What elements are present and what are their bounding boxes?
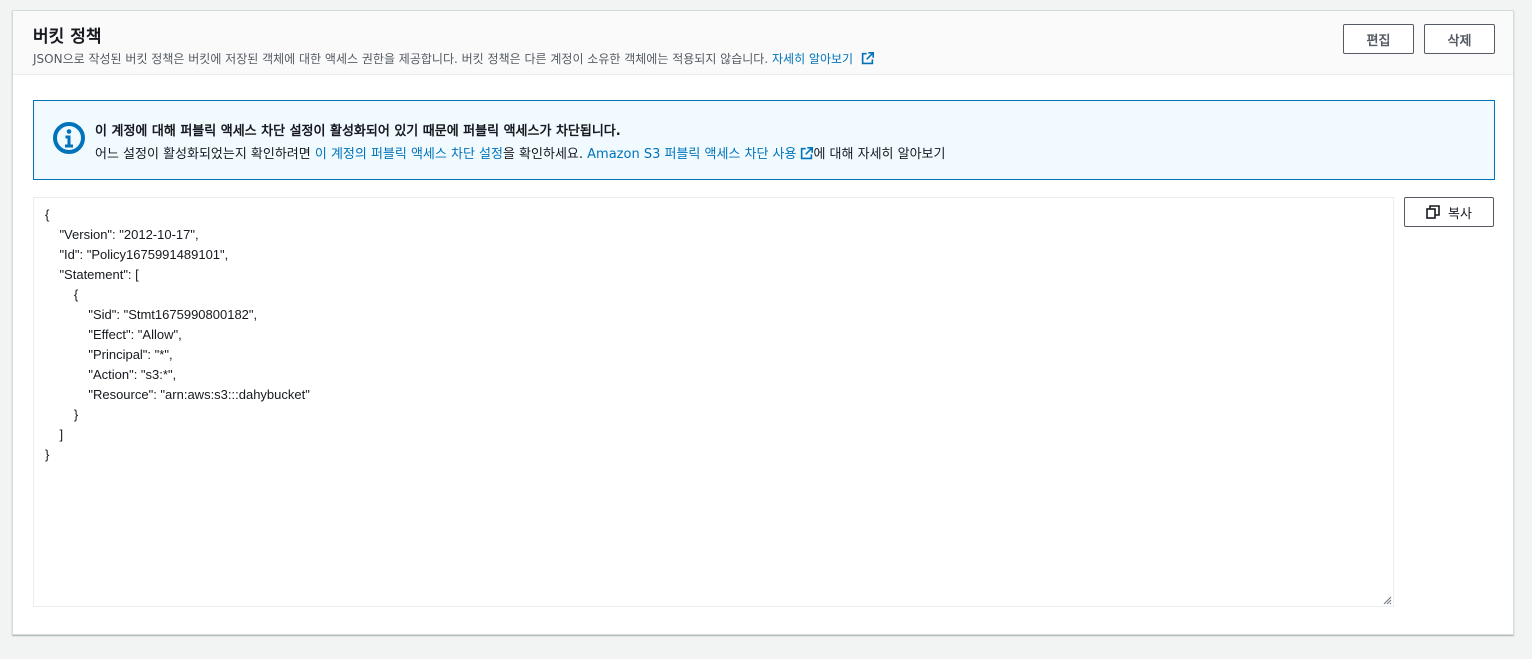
delete-button[interactable]: 삭제 (1424, 24, 1495, 54)
learn-more-link[interactable]: 자세히 알아보기 (772, 50, 874, 67)
external-link-icon (801, 147, 814, 160)
copy-button[interactable]: 복사 (1404, 197, 1494, 227)
edit-button[interactable]: 편집 (1343, 24, 1414, 54)
learn-more-label: 자세히 알아보기 (771, 52, 854, 66)
policy-json-text: { "Version": "2012-10-17", "Id": "Policy… (45, 207, 310, 462)
description-text: JSON으로 작성된 버킷 정책은 버킷에 저장된 객체에 대한 액세스 권한을… (33, 52, 769, 66)
page-title: 버킷 정책 (33, 27, 102, 47)
bucket-policy-panel: 버킷 정책 JSON으로 작성된 버킷 정책은 버킷에 저장된 객체에 대한 액… (12, 10, 1514, 635)
alert-body-suffix: 에 대해 자세히 알아보기 (813, 147, 946, 162)
panel-description: JSON으로 작성된 버킷 정책은 버킷에 저장된 객체에 대한 액세스 권한을… (33, 50, 874, 67)
public-access-blocked-alert: 이 계정에 대해 퍼블릭 액세스 차단 설정이 활성화되어 있기 때문에 퍼블릭… (33, 100, 1495, 180)
alert-title: 이 계정에 대해 퍼블릭 액세스 차단 설정이 활성화되어 있기 때문에 퍼블릭… (95, 124, 621, 139)
account-public-access-settings-link[interactable]: 이 계정의 퍼블릭 액세스 차단 설정 (315, 147, 503, 162)
external-link-icon (861, 52, 874, 65)
copy-label: 복사 (1448, 206, 1472, 222)
policy-json-viewer[interactable]: { "Version": "2012-10-17", "Id": "Policy… (33, 197, 1394, 607)
resize-handle-icon[interactable] (1382, 595, 1392, 605)
copy-icon (1426, 205, 1440, 219)
alert-body: 어느 설정이 활성화되었는지 확인하려면 이 계정의 퍼블릭 액세스 차단 설정… (95, 143, 945, 162)
alert-body-middle: 을 확인하세요. (502, 147, 588, 162)
panel-header: 버킷 정책 JSON으로 작성된 버킷 정책은 버킷에 저장된 객체에 대한 액… (13, 11, 1513, 75)
alert-body-prefix: 어느 설정이 활성화되었는지 확인하려면 (95, 147, 315, 162)
info-circle-icon (53, 122, 85, 154)
s3-block-public-access-link[interactable]: Amazon S3 퍼블릭 액세스 차단 사용 (587, 147, 814, 162)
s3-link-label: Amazon S3 퍼블릭 액세스 차단 사용 (587, 147, 797, 162)
